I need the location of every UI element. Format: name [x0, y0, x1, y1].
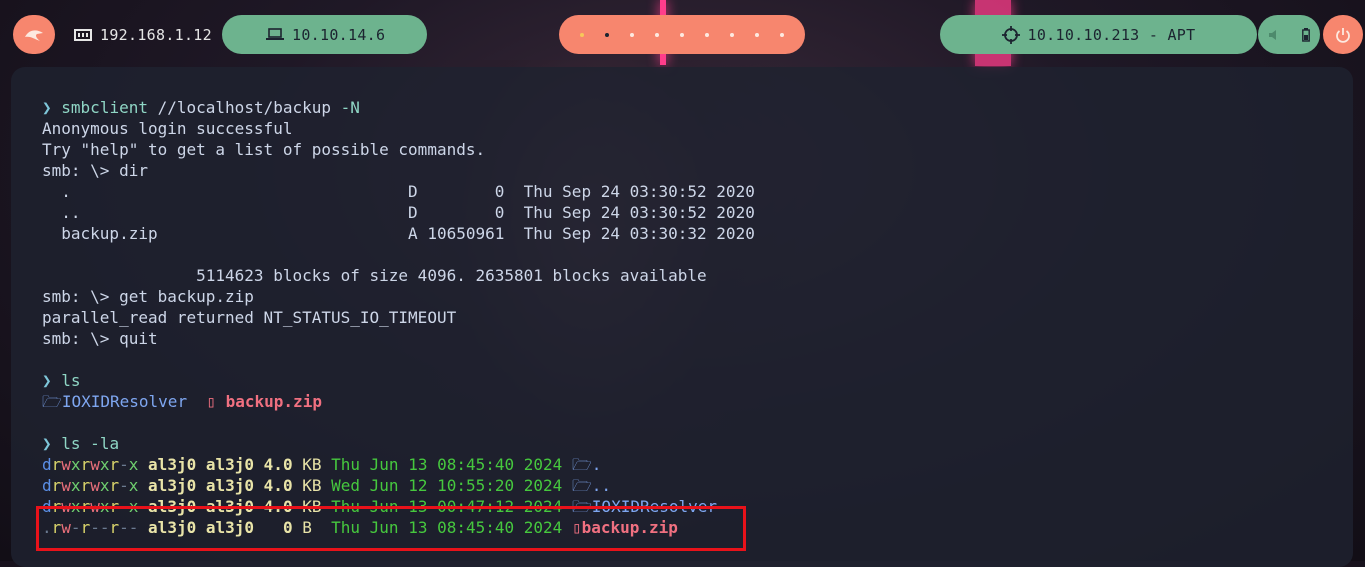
terminal-line: smb: \> get backup.zip — [42, 287, 254, 306]
battery-icon[interactable] — [1302, 27, 1310, 42]
file-size: 4.0 — [263, 476, 293, 495]
file-date: Wed Jun 12 10:55:20 2024 — [331, 476, 563, 495]
file-size-unit: KB — [302, 455, 322, 474]
ls-dir-name: IOXIDResolver — [61, 392, 188, 411]
command-flag: -N — [340, 98, 360, 117]
terminal-line: parallel_read returned NT_STATUS_IO_TIME… — [42, 308, 457, 327]
workspace-dot-9[interactable] — [780, 32, 785, 37]
kali-dragon-icon — [25, 29, 43, 41]
command-text: ls — [61, 371, 81, 390]
terminal-output: ❯ smbclient //localhost/backup -N Anonym… — [42, 97, 755, 538]
smb-dir-row: .. D 0 Thu Sep 24 03:30:52 2020 — [42, 203, 755, 222]
highlight-box — [36, 506, 746, 551]
file-size: 4.0 — [263, 455, 293, 474]
ls-la-row: drwxrwxr-x al3j0 al3j0 4.0 KB Wed Jun 12… — [42, 475, 755, 496]
volume-icon[interactable] — [1268, 29, 1282, 41]
prompt-symbol: ❯ — [42, 371, 52, 390]
terminal-line: ❯ smbclient //localhost/backup -N — [42, 97, 755, 118]
file-group: al3j0 — [205, 455, 255, 474]
command-text: ls — [61, 434, 81, 453]
network-icon — [74, 28, 92, 41]
terminal-line: 5114623 blocks of size 4096. 2635801 blo… — [42, 266, 707, 285]
workspace-dot-4[interactable] — [654, 32, 659, 37]
command-arg: //localhost/backup — [147, 98, 341, 117]
terminal-line: ❯ ls -la — [42, 433, 755, 454]
command-text: smbclient — [61, 98, 148, 117]
folder-open-icon: 🗁 — [571, 476, 592, 495]
terminal-window[interactable]: ❯ smbclient //localhost/backup -N Anonym… — [11, 67, 1353, 567]
laptop-icon — [266, 28, 284, 40]
system-tray — [1258, 15, 1320, 54]
workspace-dot-5[interactable] — [679, 32, 684, 37]
power-icon — [1336, 27, 1350, 43]
workspace-dot-7[interactable] — [730, 32, 735, 37]
menu-logo-button[interactable] — [13, 15, 55, 54]
power-button[interactable] — [1323, 15, 1363, 54]
zip-file-icon: ▯ — [206, 392, 216, 411]
ls-la-row: drwxrwxr-x al3j0 al3j0 4.0 KB Thu Jun 13… — [42, 454, 755, 475]
ls-output-line: 🗁IOXIDResolver ▯ backup.zip — [42, 391, 755, 412]
folder-open-icon: 🗁 — [571, 455, 592, 474]
ls-zip-name: backup.zip — [225, 392, 322, 411]
workspace-dot-6[interactable] — [705, 32, 710, 37]
file-name: .. — [591, 476, 612, 495]
prompt-symbol: ❯ — [42, 98, 52, 117]
command-flag: -la — [80, 434, 120, 453]
permission-string: drwxrwxr-x — [42, 476, 139, 495]
target-text: 10.10.10.213 - APT — [1027, 25, 1196, 44]
file-size-unit: KB — [302, 476, 322, 495]
local-ip-text: 192.168.1.12 — [100, 25, 212, 44]
file-owner: al3j0 — [148, 476, 197, 495]
workspace-dot-1[interactable] — [579, 32, 584, 37]
terminal-line: Try "help" to get a list of possible com… — [42, 140, 486, 159]
workspace-dot-3[interactable] — [629, 32, 634, 37]
terminal-line: ❯ ls — [42, 370, 755, 391]
workspace-dot-8[interactable] — [755, 32, 760, 37]
file-date: Thu Jun 13 08:45:40 2024 — [331, 455, 563, 474]
terminal-line: smb: \> quit — [42, 329, 158, 348]
smb-dir-row: . D 0 Thu Sep 24 03:30:52 2020 — [42, 182, 755, 201]
terminal-line: Anonymous login successful — [42, 119, 293, 138]
local-ip-indicator: 192.168.1.12 — [57, 15, 229, 54]
terminal-line: smb: \> dir — [42, 161, 148, 180]
workspace-dot-2[interactable] — [604, 32, 609, 37]
file-group: al3j0 — [205, 476, 255, 495]
vpn-ip-indicator: 10.10.14.6 — [222, 15, 427, 54]
crosshair-icon — [1001, 25, 1020, 44]
vpn-ip-text: 10.10.14.6 — [292, 25, 386, 44]
smb-dir-row: backup.zip A 10650961 Thu Sep 24 03:30:3… — [42, 224, 755, 243]
prompt-symbol: ❯ — [42, 434, 52, 453]
workspace-switcher[interactable] — [559, 15, 805, 54]
file-owner: al3j0 — [148, 455, 197, 474]
file-name: . — [591, 455, 602, 474]
target-indicator: 10.10.10.213 - APT — [940, 15, 1257, 54]
permission-string: drwxrwxr-x — [42, 455, 139, 474]
folder-open-icon: 🗁 — [42, 392, 62, 411]
